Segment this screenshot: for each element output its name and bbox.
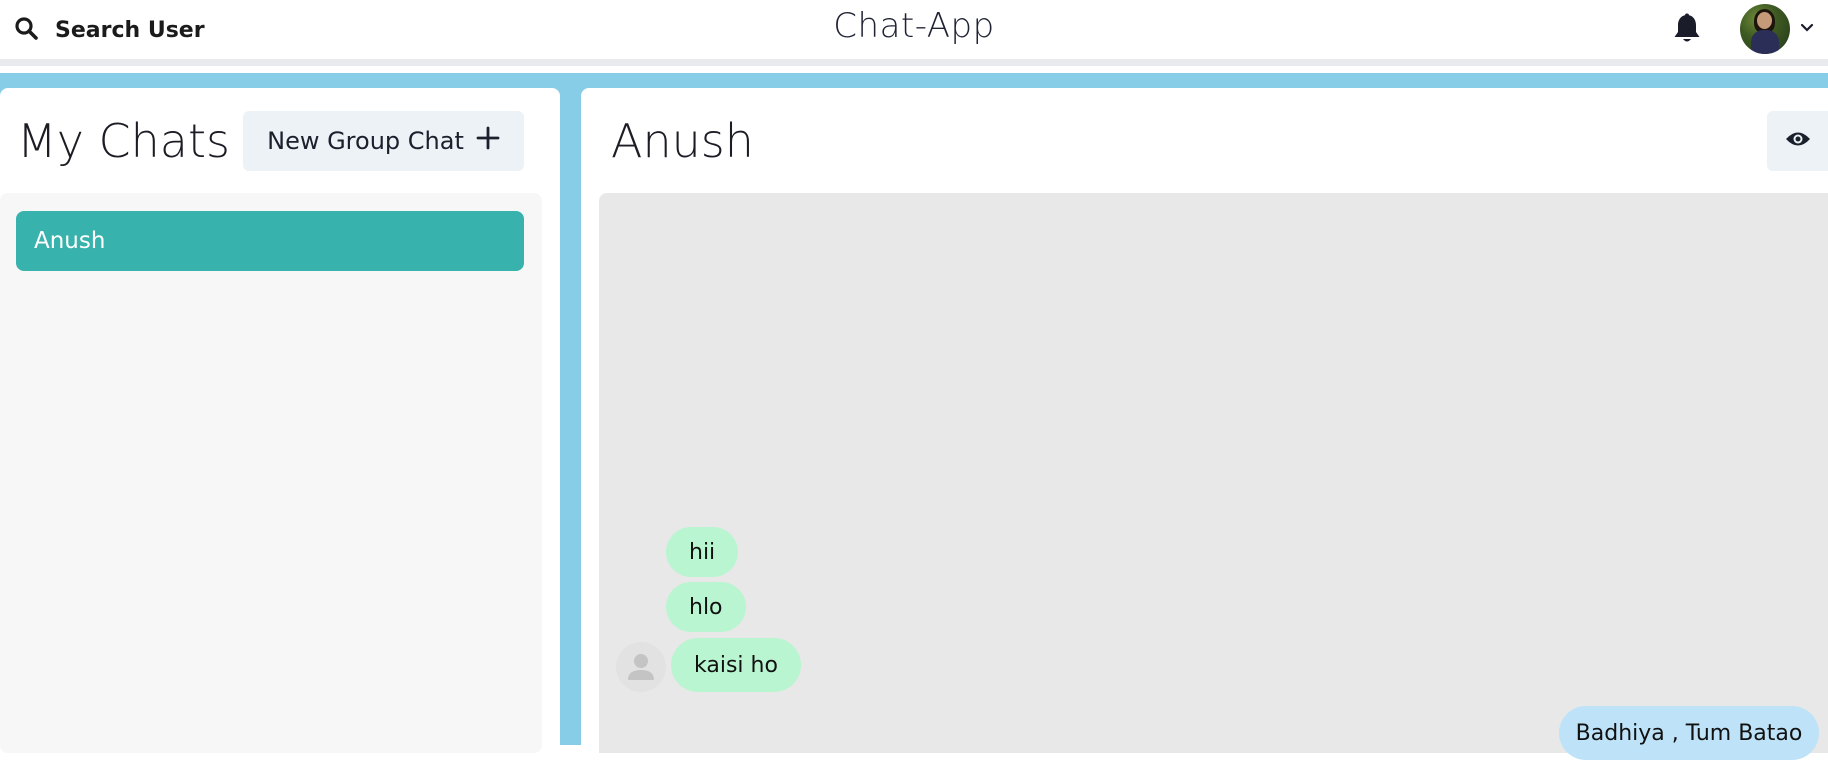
plus-icon <box>476 126 500 156</box>
chat-title: Anush <box>611 114 754 168</box>
message-bubble: hii <box>666 527 739 577</box>
user-avatar <box>1740 4 1790 54</box>
eye-icon <box>1785 130 1811 153</box>
message-text: kaisi ho <box>694 652 778 678</box>
message-bubble: kaisi ho <box>671 638 801 692</box>
chat-list-item-name: Anush <box>34 228 106 254</box>
chat-list <box>0 193 542 753</box>
chevron-down-icon <box>1800 20 1814 38</box>
search-icon <box>14 16 38 45</box>
message-text: hii <box>689 539 716 565</box>
bell-icon[interactable] <box>1672 13 1702 45</box>
view-profile-button[interactable] <box>1767 111 1828 171</box>
message-bubble: hlo <box>666 582 746 632</box>
app-title: Chat-App <box>833 6 995 46</box>
sender-avatar[interactable] <box>616 642 666 692</box>
message-bubble: Badhiya , Tum Batao <box>1559 706 1819 760</box>
search-user-button[interactable]: Search User <box>10 10 209 50</box>
search-user-label: Search User <box>55 17 205 43</box>
new-group-chat-label: New Group Chat <box>267 127 464 155</box>
message-text: Badhiya , Tum Batao <box>1575 720 1803 746</box>
my-chats-title: My Chats <box>17 114 230 168</box>
profile-menu-button[interactable] <box>1740 4 1814 54</box>
new-group-chat-button[interactable]: New Group Chat <box>243 111 524 171</box>
top-bar: Search User Chat-App <box>0 0 1828 66</box>
message-text: hlo <box>689 594 723 620</box>
chat-list-item[interactable]: Anush <box>16 211 524 271</box>
